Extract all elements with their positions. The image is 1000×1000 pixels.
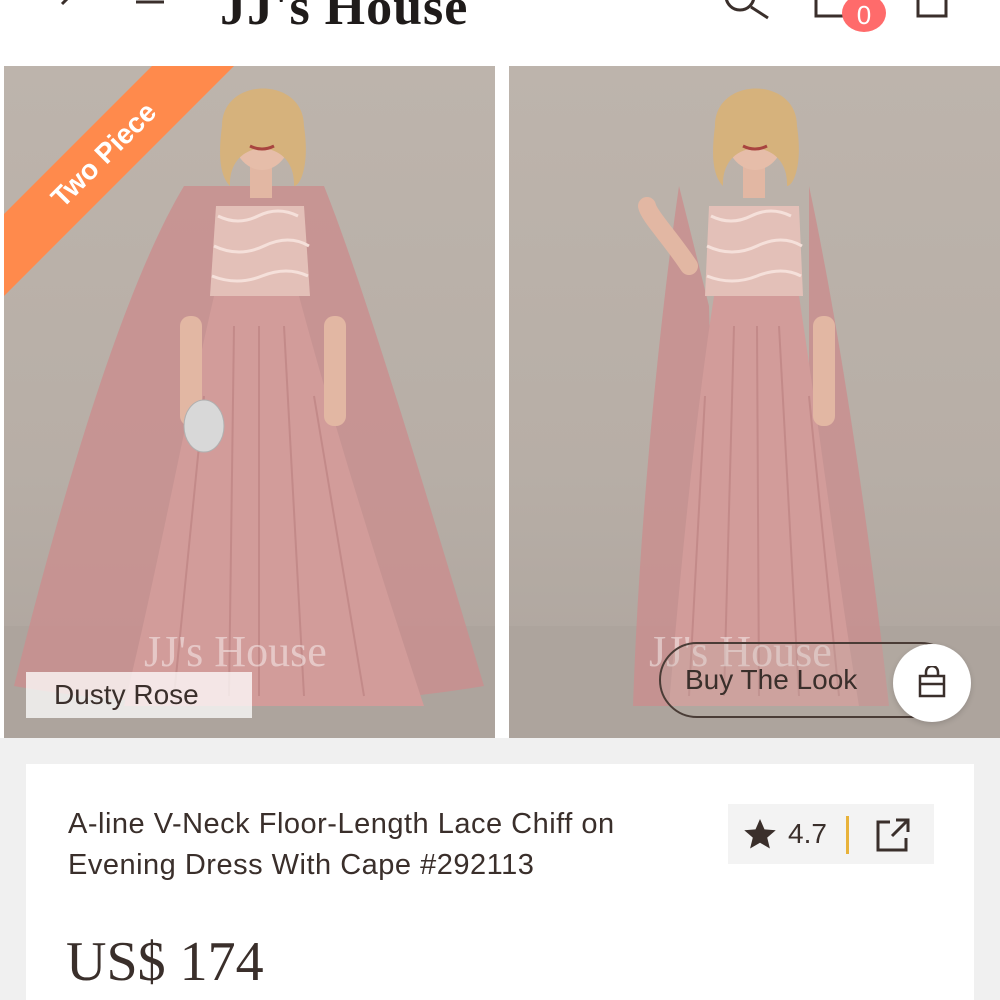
cart-count-badge[interactable]: 0 — [842, 0, 886, 32]
ribbon-wrap: Two Piece — [4, 66, 234, 296]
product-photo-alt[interactable]: JJ's House Buy The Look — [509, 66, 1000, 738]
shopping-bag-icon — [918, 666, 946, 698]
site-logo[interactable]: JJ's House — [220, 0, 468, 37]
menu-icon[interactable] — [130, 0, 170, 22]
shopping-bag-button[interactable] — [893, 644, 971, 722]
share-icon[interactable] — [874, 816, 912, 854]
product-price: US$ 174 — [66, 931, 264, 993]
rating-divider — [846, 816, 849, 854]
product-info-card: A-line V-Neck Floor-Length Lace Chiff on… — [26, 764, 974, 1000]
search-icon[interactable] — [722, 0, 774, 22]
back-arrow-icon[interactable] — [48, 0, 88, 22]
watermark: JJ's House — [144, 627, 327, 676]
rating-value[interactable]: 4.7 — [788, 818, 827, 850]
rating-share-box: 4.7 — [728, 804, 934, 864]
product-gallery: Two Piece JJ's House Dusty Rose JJ's Hou… — [0, 62, 1000, 738]
two-piece-ribbon: Two Piece — [4, 66, 234, 296]
bag-icon[interactable] — [912, 0, 952, 22]
product-title: A-line V-Neck Floor-Length Lace Chiff on… — [68, 808, 615, 881]
buy-the-look-label: Buy The Look — [685, 664, 858, 695]
color-label: Dusty Rose — [26, 672, 252, 718]
top-header: JJ's House 0 — [0, 0, 1000, 62]
product-photo-front[interactable]: Two Piece JJ's House Dusty Rose — [4, 66, 495, 738]
star-icon — [744, 819, 776, 849]
